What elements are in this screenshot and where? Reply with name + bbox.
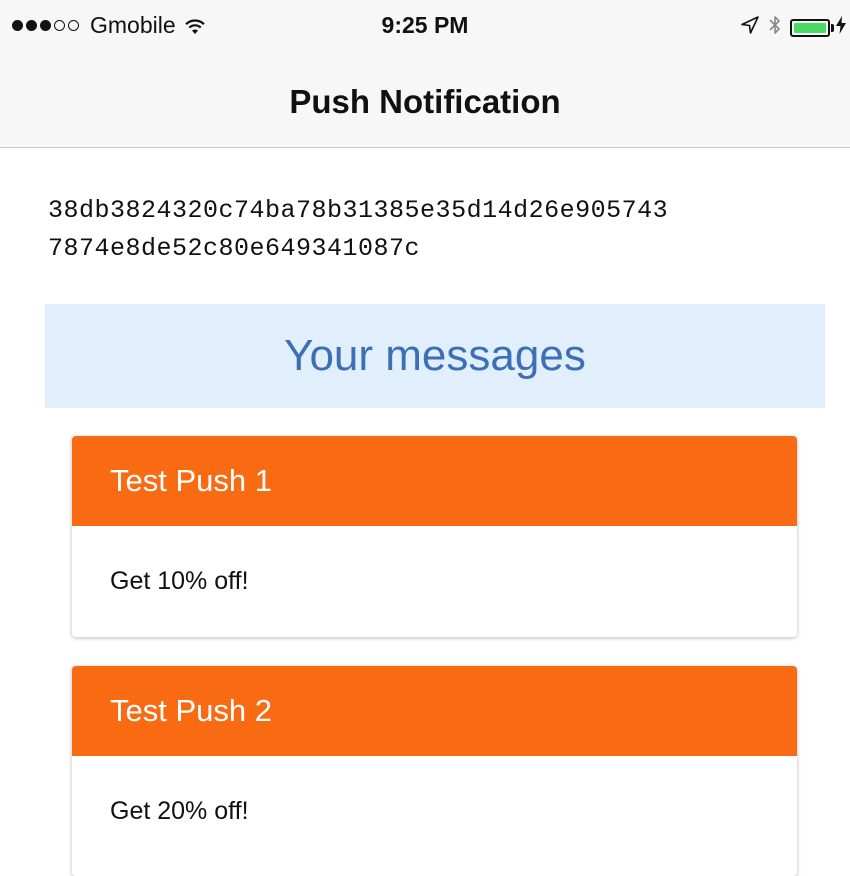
message-card-header: Test Push 1 [72,436,797,526]
messages-header: Your messages [45,304,825,408]
status-right [732,14,846,41]
message-title: Test Push 1 [110,463,272,498]
location-arrow-icon [740,15,760,40]
message-card-body: Get 10% off! [72,526,797,637]
message-card-body: Get 20% off! [72,756,797,867]
battery-tip [831,23,834,32]
bluetooth-icon [768,14,782,41]
status-bar: Gmobile 9:25 PM [0,0,850,56]
charging-bolt-icon [836,16,846,39]
message-title: Test Push 2 [110,693,272,728]
messages-title: Your messages [284,331,586,380]
battery-level [794,22,826,33]
device-token-line-1: 38db3824320c74ba78b31385e35d14d26e905743 [48,196,669,225]
navigation-bar: Push Notification [0,56,850,148]
message-card[interactable]: Test Push 1 Get 10% off! [72,436,797,637]
message-card-header: Test Push 2 [72,666,797,756]
message-card[interactable]: Test Push 2 Get 20% off! [72,666,797,876]
status-time: 9:25 PM [381,12,469,38]
device-token: 38db3824320c74ba78b31385e35d14d26e905743… [48,192,828,268]
page-title: Push Notification [289,82,561,120]
battery-icon [790,18,830,37]
device-token-line-2: 7874e8de52c80e649341087c [48,234,421,263]
message-body: Get 10% off! [110,567,249,595]
message-body: Get 20% off! [110,797,249,825]
